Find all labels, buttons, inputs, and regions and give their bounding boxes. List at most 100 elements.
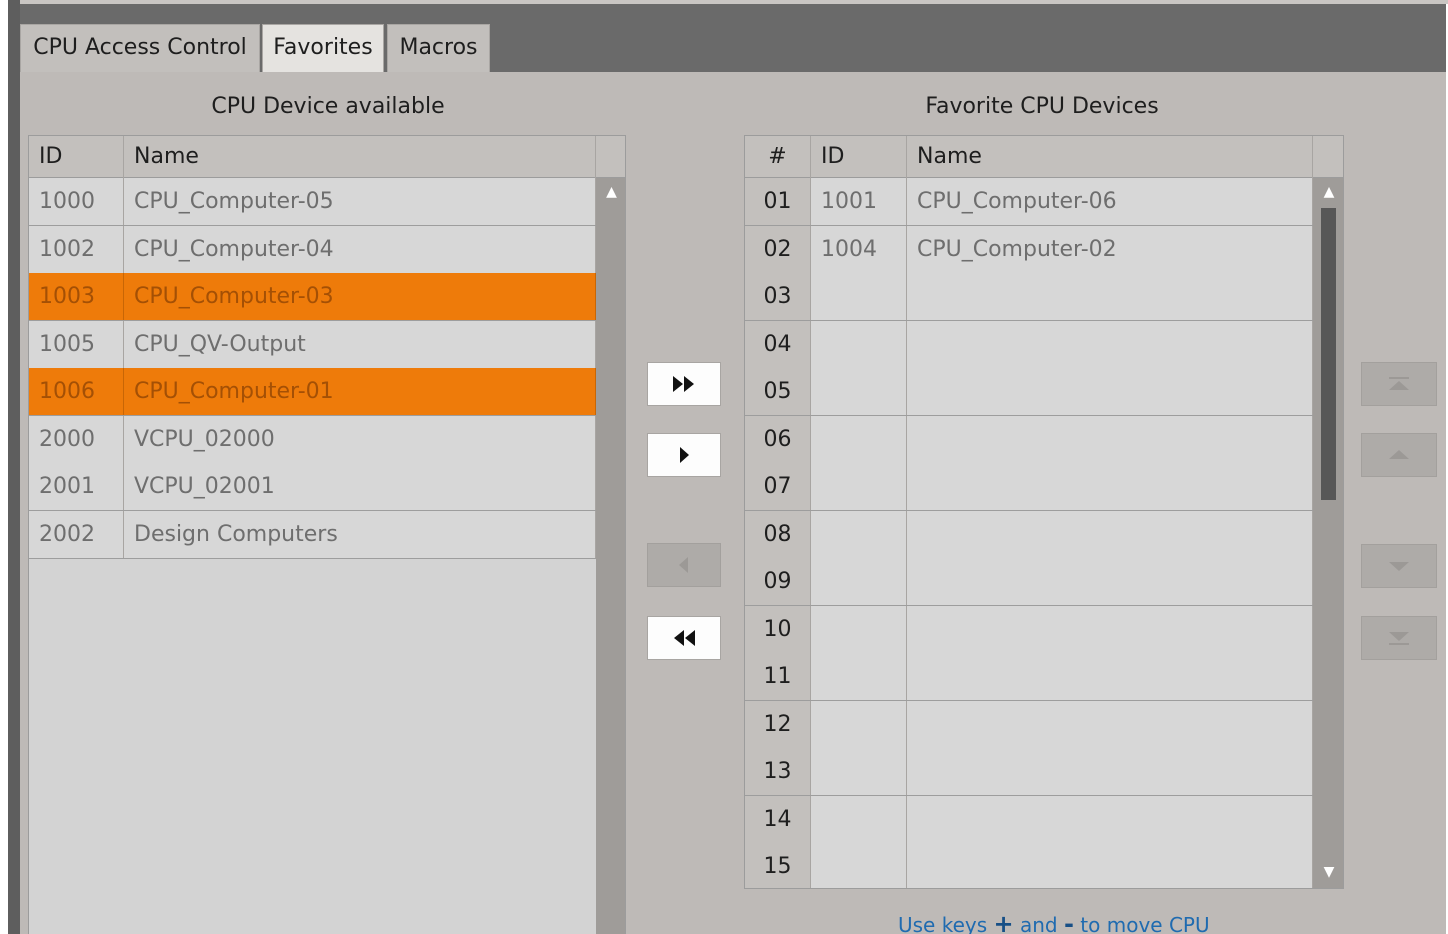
tab-bar: CPU Access Control Favorites Macros [20,4,1446,74]
remove-selected-button[interactable] [647,543,721,587]
scroll-up-icon[interactable]: ▲ [1313,184,1343,200]
table-row[interactable]: 07 [745,463,1313,511]
add-selected-button[interactable] [647,433,721,477]
table-row[interactable]: 10 [745,605,1313,654]
hint-suffix: to move CPU [1073,913,1210,934]
table-row[interactable]: 11 [745,653,1313,701]
column-header-number[interactable]: # [745,136,811,178]
table-row[interactable]: 1006 CPU_Computer-01 [29,368,596,416]
cell-name: CPU_Computer-04 [124,225,596,273]
move-bottom-button[interactable] [1361,616,1437,660]
cell-name: Design Computers [124,510,596,558]
cell-number: 15 [745,843,811,888]
cell-number: 02 [745,225,811,273]
table-row[interactable]: 09 [745,558,1313,606]
column-header-id[interactable]: ID [29,136,124,178]
hint-prefix: Use keys [898,913,994,934]
table-row[interactable]: 05 [745,368,1313,416]
cell-name [907,748,1313,795]
move-down-button[interactable] [1361,544,1437,588]
table-row[interactable]: 03 [745,273,1313,321]
table-row[interactable]: 02 1004 CPU_Computer-02 [745,225,1313,274]
cell-id: 1001 [811,178,907,225]
cell-id: 2002 [29,510,124,558]
hint-middle: and [1013,913,1064,934]
cell-id [811,558,907,605]
table-row[interactable]: 08 [745,510,1313,559]
move-to-top-icon [1362,375,1436,393]
window-left-border [8,0,20,934]
cell-name [907,415,1313,463]
cell-name [907,795,1313,843]
tab-macros[interactable]: Macros [387,24,490,72]
column-header-id[interactable]: ID [811,136,907,178]
keyboard-hint: Use keys + and - to move CPU [898,910,1210,934]
table-row[interactable]: 14 [745,795,1313,844]
scroll-down-icon[interactable]: ▼ [1313,864,1343,880]
column-header-name[interactable]: Name [124,136,596,178]
table-row[interactable]: 1000 CPU_Computer-05 [29,178,596,226]
cell-number: 11 [745,653,811,700]
cell-number: 14 [745,795,811,843]
cell-id [811,415,907,463]
table-row[interactable]: 15 [745,843,1313,888]
cell-number: 13 [745,748,811,795]
remove-all-button[interactable] [647,616,721,660]
cell-id: 2000 [29,415,124,463]
table-row[interactable]: 1005 CPU_QV-Output [29,320,596,369]
table-row[interactable]: 2002 Design Computers [29,510,596,559]
table-row[interactable]: 13 [745,748,1313,796]
cell-id: 2001 [29,463,124,510]
right-arrow-icon [648,446,720,464]
table-row[interactable]: 2000 VCPU_02000 [29,415,596,464]
move-top-button[interactable] [1361,362,1437,406]
left-arrow-icon [648,556,720,574]
cell-id [811,700,907,748]
table-row[interactable]: 1003 CPU_Computer-03 [29,273,596,321]
cell-id [811,463,907,510]
available-title: CPU Device available [211,94,445,119]
move-up-button[interactable] [1361,433,1437,477]
column-header-name[interactable]: Name [907,136,1313,178]
table-row[interactable]: 01 1001 CPU_Computer-06 [745,178,1313,226]
cell-number: 04 [745,320,811,368]
scroll-up-icon[interactable]: ▲ [596,184,625,200]
cell-name [907,320,1313,368]
move-down-icon [1362,557,1436,575]
tab-cpu-access-control[interactable]: CPU Access Control [20,24,260,72]
table-row[interactable]: 12 [745,700,1313,749]
cell-id [811,653,907,700]
table-row[interactable]: 06 [745,415,1313,464]
cell-name: CPU_Computer-02 [907,225,1313,273]
cell-id [811,510,907,558]
favorites-scrollbar[interactable]: ▲ ▼ [1313,178,1343,888]
cell-name [907,273,1313,320]
cell-id: 1006 [29,368,124,415]
available-scrollbar[interactable]: ▲ [596,178,625,934]
cell-name [907,558,1313,605]
double-right-arrow-icon [648,375,720,393]
table-row[interactable]: 04 [745,320,1313,369]
cell-name [907,605,1313,653]
table-row[interactable]: 2001 VCPU_02001 [29,463,596,511]
cell-name [907,510,1313,558]
add-all-button[interactable] [647,362,721,406]
cell-id [811,368,907,415]
cell-number: 07 [745,463,811,510]
cell-name [907,463,1313,510]
cell-id: 1004 [811,225,907,273]
favorites-table-header: # ID Name [745,136,1343,178]
cell-name: VCPU_02000 [124,415,596,463]
scrollbar-thumb[interactable] [1321,208,1336,500]
plus-key-icon: + [993,910,1014,934]
cell-name: CPU_QV-Output [124,320,596,368]
tab-favorites[interactable]: Favorites [262,24,384,74]
available-table-header: ID Name [29,136,625,178]
cell-name [907,368,1313,415]
favorites-table: # ID Name 01 1001 CPU_Computer-06 02 1004 CPU… [744,135,1344,889]
cell-name [907,700,1313,748]
cell-id: 1003 [29,273,124,320]
table-row[interactable]: 1002 CPU_Computer-04 [29,225,596,274]
cell-number: 03 [745,273,811,320]
cell-id [811,273,907,320]
